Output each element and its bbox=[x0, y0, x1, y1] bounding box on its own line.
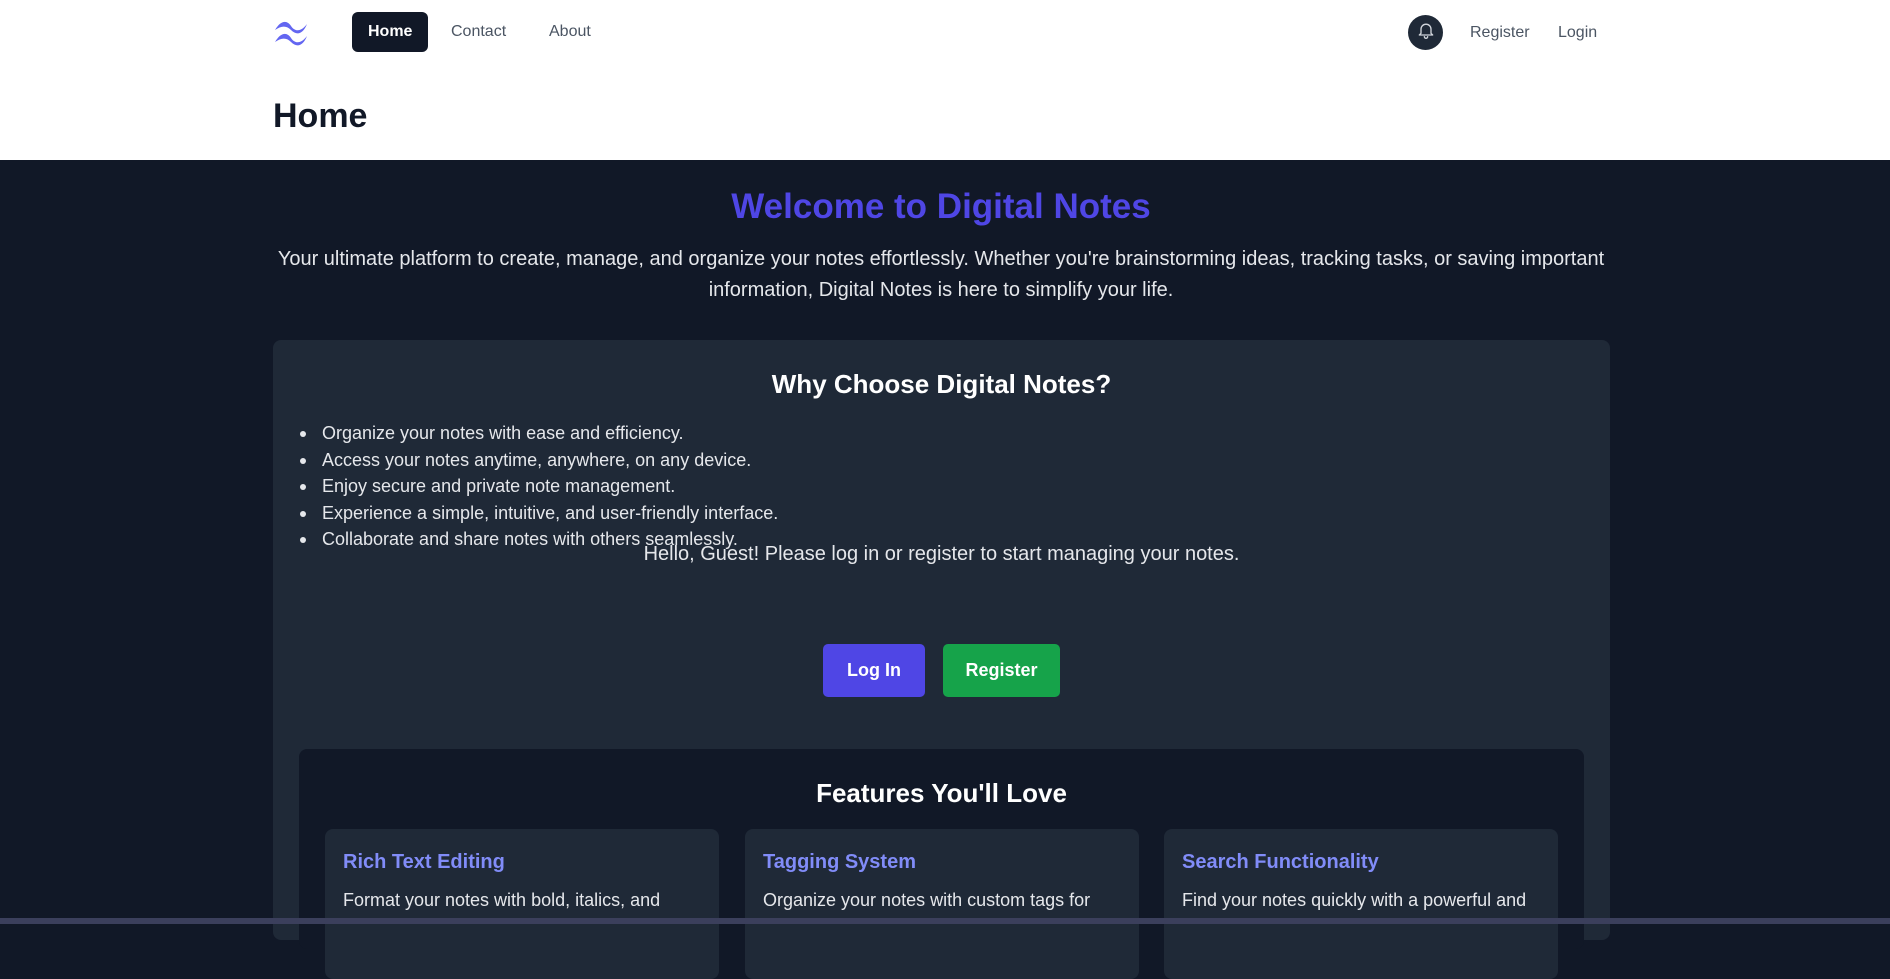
feature-card-search: Search Functionality Find your notes qui… bbox=[1164, 829, 1558, 979]
page-header: Home bbox=[0, 66, 1890, 160]
list-item: Access your notes anytime, anywhere, on … bbox=[297, 447, 778, 474]
register-link[interactable]: Register bbox=[1470, 16, 1530, 50]
feature-card-title: Rich Text Editing bbox=[343, 851, 505, 873]
list-item: Experience a simple, intuitive, and user… bbox=[297, 500, 778, 527]
top-navbar: Home Contact About Register Login bbox=[0, 0, 1890, 66]
list-item: Enjoy secure and private note management… bbox=[297, 473, 778, 500]
bell-icon bbox=[1416, 20, 1436, 45]
feature-card-description: Format your notes with bold, italics, an… bbox=[343, 890, 661, 910]
nav-link-home[interactable]: Home bbox=[352, 12, 429, 52]
why-choose-title: Why Choose Digital Notes? bbox=[771, 369, 1112, 399]
wave-logo-icon[interactable] bbox=[273, 18, 309, 46]
feature-card-tagging: Tagging System Organize your notes with … bbox=[745, 829, 1139, 979]
feature-card-title: Search Functionality bbox=[1182, 851, 1379, 873]
hero-title: Welcome to Digital Notes bbox=[731, 187, 1151, 226]
page-title: Home bbox=[273, 97, 368, 135]
feature-card-rich-text: Rich Text Editing Format your notes with… bbox=[325, 829, 719, 979]
notification-button[interactable] bbox=[1408, 15, 1443, 50]
nav-link-about[interactable]: About bbox=[533, 12, 607, 52]
feature-card-description: Organize your notes with custom tags for bbox=[763, 890, 1091, 910]
list-item: Organize your notes with ease and effici… bbox=[297, 420, 778, 447]
hero-description: Your ultimate platform to create, manage… bbox=[277, 248, 1605, 301]
main-content: Welcome to Digital Notes Your ultimate p… bbox=[0, 160, 1890, 979]
benefits-list: Organize your notes with ease and effici… bbox=[297, 420, 778, 553]
login-link[interactable]: Login bbox=[1558, 16, 1597, 50]
horizontal-scrollbar[interactable] bbox=[0, 918, 1890, 924]
register-button[interactable]: Register bbox=[943, 644, 1060, 697]
feature-card-title: Tagging System bbox=[763, 851, 916, 873]
nav-link-contact[interactable]: Contact bbox=[435, 12, 522, 52]
why-choose-card: Why Choose Digital Notes? Organize your … bbox=[273, 340, 1610, 979]
feature-card-description: Find your notes quickly with a powerful … bbox=[1182, 890, 1527, 910]
log-in-button[interactable]: Log In bbox=[823, 644, 925, 697]
guest-message: Hello, Guest! Please log in or register … bbox=[643, 543, 1240, 565]
features-title: Features You'll Love bbox=[816, 778, 1067, 808]
